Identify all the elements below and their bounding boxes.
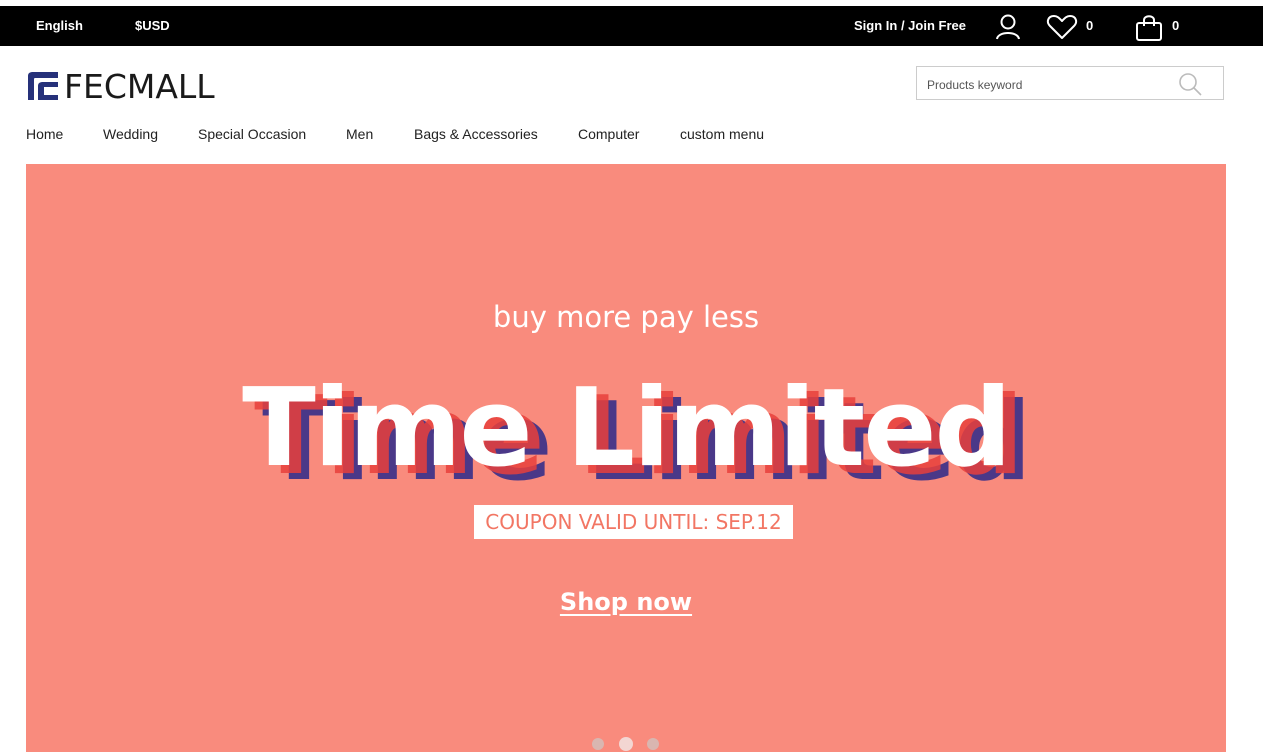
nav-item-wedding[interactable]: Wedding xyxy=(103,126,158,142)
currency-selector[interactable]: $USD xyxy=(135,6,170,46)
heart-icon[interactable] xyxy=(1046,14,1078,40)
cart-count: 0 xyxy=(1172,18,1180,33)
nav-item-men[interactable]: Men xyxy=(346,126,373,142)
banner-headline-group: Time Limited Time Limited Time Limited xyxy=(26,364,1226,505)
search-input[interactable] xyxy=(925,73,1169,97)
nav-item-home[interactable]: Home xyxy=(26,126,63,142)
banner-headline: Time Limited xyxy=(242,366,1012,491)
banner-subtitle: buy more pay less xyxy=(492,300,760,334)
top-bar: English $USD Sign In / Join Free 0 0 xyxy=(0,6,1263,46)
shop-now-link[interactable]: Shop now xyxy=(560,588,692,616)
carousel-dot[interactable] xyxy=(647,738,659,750)
user-icon[interactable] xyxy=(994,14,1022,40)
sign-in-link[interactable]: Sign In / Join Free xyxy=(854,6,966,46)
shopping-bag-icon[interactable] xyxy=(1134,14,1164,42)
logo-text: FECMALL xyxy=(64,66,215,106)
nav-item-special-occasion[interactable]: Special Occasion xyxy=(198,126,306,142)
carousel-dot-active[interactable] xyxy=(619,737,633,751)
shop-now-wrap: Shop now xyxy=(26,588,1226,616)
search-box xyxy=(916,66,1224,100)
coupon-label: COUPON VALID UNTIL: SEP.12 xyxy=(474,505,793,539)
search-icon[interactable] xyxy=(1177,72,1203,96)
nav-item-custom-menu[interactable]: custom menu xyxy=(680,126,764,142)
carousel-dots xyxy=(590,737,670,752)
logo-mark-icon xyxy=(28,72,58,100)
carousel-dot[interactable] xyxy=(592,738,604,750)
nav-item-bags-accessories[interactable]: Bags & Accessories xyxy=(414,126,538,142)
language-selector[interactable]: English xyxy=(36,6,83,46)
wishlist-count: 0 xyxy=(1086,18,1094,33)
nav-item-computer[interactable]: Computer xyxy=(578,126,639,142)
site-logo[interactable]: FECMALL xyxy=(26,66,246,106)
hero-banner: buy more pay less Time Limited Time Limi… xyxy=(26,164,1226,752)
